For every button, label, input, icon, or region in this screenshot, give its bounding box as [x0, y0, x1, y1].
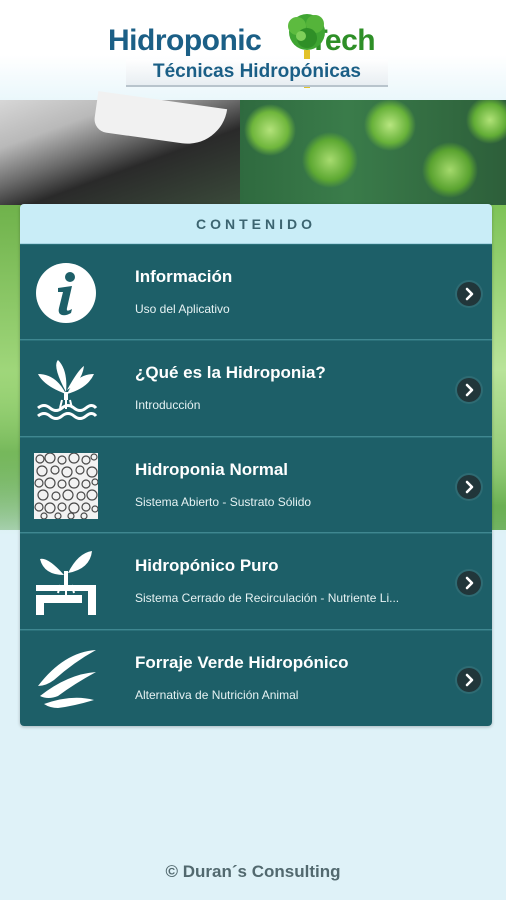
menu-item-hidroponia-normal[interactable]: Hidroponia Normal Sistema Abierto - Sust… [20, 436, 492, 534]
logo-word-hidroponic: Hidroponic [108, 24, 262, 57]
menu-item-subtitle: Introducción [135, 398, 201, 413]
lettuce-tower-photo [240, 100, 506, 205]
menu-item-que-es-hidroponia[interactable]: ¿Qué es la Hidroponia? Introducción [20, 340, 492, 437]
menu-item-subtitle: Sistema Cerrado de Recirculación - Nutri… [135, 591, 400, 606]
chevron-right-icon [457, 282, 481, 306]
menu-item-subtitle: Alternativa de Nutrición Animal [135, 687, 299, 702]
leaves-icon [38, 649, 96, 708]
plant-water-icon [37, 360, 98, 421]
menu-item-subtitle: Sistema Abierto - Sustrato Sólido [135, 494, 312, 509]
menu-item-title: Hidroponia Normal [135, 459, 289, 479]
info-icon [36, 263, 96, 323]
pipe-plant-icon [36, 551, 96, 616]
panel-title: CONTENIDO [20, 204, 492, 244]
chevron-right-icon [457, 378, 481, 403]
menu-item-title: Información [135, 267, 233, 286]
menu-item-title: Hidropónico Puro [135, 556, 279, 576]
menu-item-title: Forraje Verde Hidropónico [135, 652, 349, 672]
chevron-right-icon [457, 571, 481, 596]
menu-item-forraje-verde[interactable]: Forraje Verde Hidropónico Alternativa de… [20, 629, 492, 726]
lettuce-edge-right [490, 205, 506, 535]
menu-item-title: ¿Qué es la Hidroponia? [135, 363, 326, 383]
content-panel: CONTENIDO Información Uso del Aplicativo… [20, 204, 492, 726]
menu-item-informacion[interactable]: Información Uso del Aplicativo [20, 244, 492, 341]
menu-item-subtitle: Uso del Aplicativo [135, 302, 230, 316]
logo-subtitle: Técnicas Hidropónicas [126, 59, 388, 87]
app-logo: Hidroponic Tech Técnicas Hidropónicas [108, 12, 408, 92]
logo-title: Hidroponic Tech [108, 24, 376, 58]
chevron-right-icon [457, 667, 481, 692]
footer-copyright: © Duran´s Consulting [165, 862, 341, 881]
chevron-right-icon [457, 474, 481, 499]
menu-item-hidroponico-puro[interactable]: Hidropónico Puro Sistema Cerrado de Reci… [20, 533, 492, 630]
app-header: Hidroponic Tech Técnicas Hidropónicas [0, 0, 506, 100]
substrate-icon [34, 452, 98, 519]
